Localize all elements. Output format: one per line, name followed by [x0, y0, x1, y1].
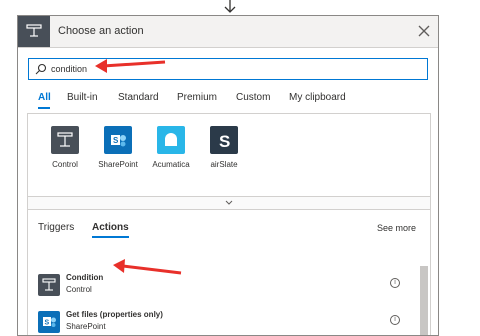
connector-sharepoint[interactable]: S SharePoint	[88, 126, 148, 169]
control-icon	[18, 16, 50, 47]
connector-label: airSlate	[210, 160, 238, 169]
tab-all[interactable]: All	[38, 92, 51, 103]
result-subtitle: Control	[66, 285, 92, 294]
result-title: Condition	[66, 273, 104, 282]
connector-label: Acumatica	[152, 160, 190, 169]
svg-text:S: S	[113, 136, 119, 145]
connector-label: SharePoint	[98, 160, 138, 169]
svg-text:S: S	[45, 320, 50, 327]
connector-label: Control	[52, 160, 78, 169]
active-tab-indicator	[38, 107, 50, 109]
tab-actions[interactable]: Actions	[92, 222, 129, 238]
tab-my-clipboard[interactable]: My clipboard	[289, 92, 346, 103]
tab-custom[interactable]: Custom	[236, 92, 270, 103]
connectors-panel: Control S SharePoint Acumatica S airSlat…	[27, 113, 431, 209]
control-icon	[51, 126, 79, 154]
tab-actions-label: Actions	[92, 222, 129, 233]
svg-text:S: S	[219, 132, 230, 151]
connector-airslate[interactable]: S airSlate	[194, 126, 254, 169]
result-subtitle: SharePoint	[66, 322, 106, 331]
annotation-arrow-condition	[113, 259, 182, 275]
active-subtab-indicator	[92, 236, 129, 238]
search-icon	[35, 63, 47, 75]
tab-premium[interactable]: Premium	[177, 92, 217, 103]
sharepoint-icon: S	[104, 126, 132, 154]
connector-acumatica[interactable]: Acumatica	[141, 126, 201, 169]
result-title: Get files (properties only)	[66, 310, 163, 319]
expand-connectors-button[interactable]	[27, 196, 431, 210]
tab-triggers[interactable]: Triggers	[38, 222, 74, 233]
acumatica-icon	[157, 126, 185, 154]
results-scrollbar[interactable]	[420, 266, 428, 335]
dialog-titlebar: Choose an action	[18, 16, 438, 48]
annotation-arrow-search	[95, 59, 166, 73]
see-more-link[interactable]: See more	[377, 223, 416, 233]
tab-standard[interactable]: Standard	[118, 92, 159, 103]
info-icon[interactable]: i	[390, 315, 400, 325]
tab-built-in[interactable]: Built-in	[67, 92, 98, 103]
airslate-icon: S	[210, 126, 238, 154]
results-panel: Triggers Actions See more Condition Cont…	[27, 210, 431, 335]
control-icon	[38, 274, 60, 296]
search-box[interactable]	[28, 58, 428, 80]
sharepoint-icon: S	[38, 311, 60, 333]
close-icon[interactable]	[416, 23, 432, 39]
chevron-down-icon	[225, 200, 233, 205]
down-arrow-icon	[224, 0, 236, 13]
result-row-condition[interactable]: Condition Control i	[30, 270, 410, 302]
choose-action-dialog: Choose an action All Built-in Standard P…	[17, 15, 439, 336]
dialog-title: Choose an action	[58, 25, 144, 37]
connector-control[interactable]: Control	[35, 126, 95, 169]
result-row-get-files[interactable]: S Get files (properties only) SharePoint…	[30, 307, 410, 335]
info-icon[interactable]: i	[390, 278, 400, 288]
